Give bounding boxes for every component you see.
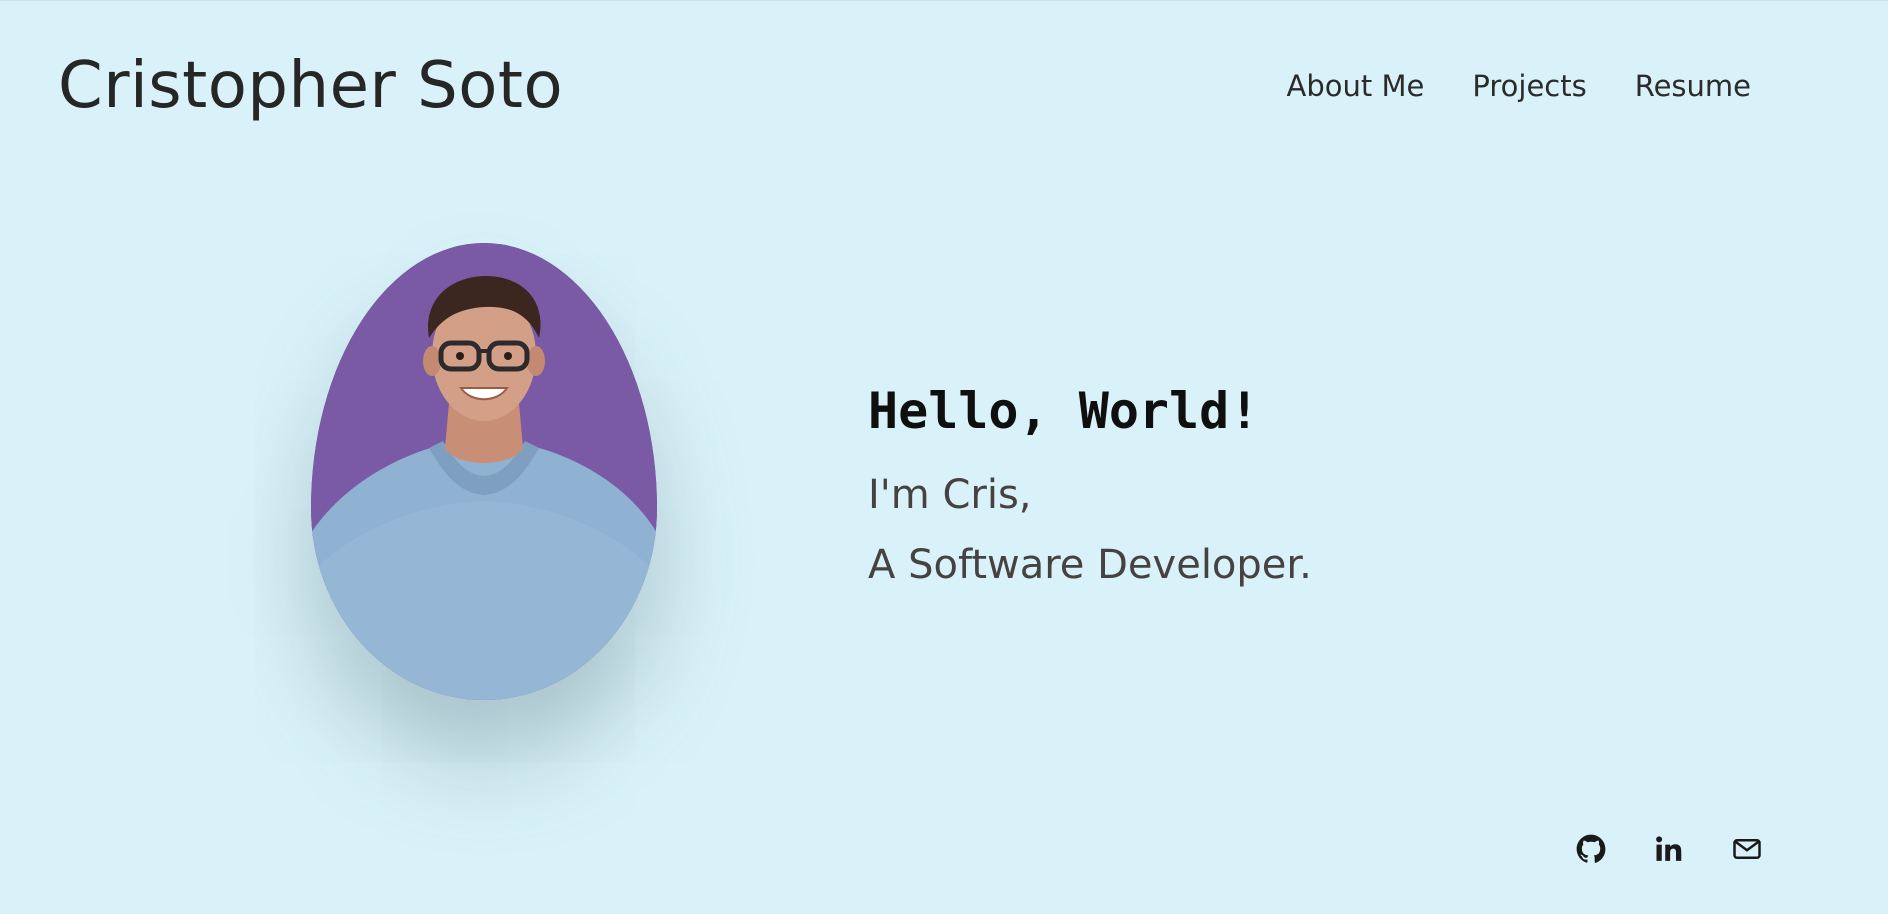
- hero-text: Hello, World! I'm Cris, A Software Devel…: [868, 376, 1312, 600]
- github-link[interactable]: [1574, 832, 1608, 866]
- linkedin-link[interactable]: [1652, 832, 1686, 866]
- top-border: [0, 0, 1888, 1]
- profile-photo: [311, 243, 657, 700]
- hero-intro: I'm Cris,: [868, 472, 1032, 518]
- email-link[interactable]: [1730, 832, 1764, 866]
- nav-link-about-me[interactable]: About Me: [1287, 66, 1425, 106]
- site-title[interactable]: Cristopher Soto: [58, 46, 563, 126]
- email-icon: [1733, 839, 1761, 859]
- main-nav: About Me Projects Resume: [1287, 66, 1751, 106]
- nav-link-projects[interactable]: Projects: [1472, 66, 1586, 106]
- social-links: [1574, 832, 1764, 866]
- profile-photo-illustration: [311, 243, 657, 700]
- hero-heading: Hello, World!: [868, 382, 1260, 440]
- nav-link-resume[interactable]: Resume: [1635, 66, 1751, 106]
- linkedin-icon: [1656, 836, 1682, 861]
- hero-role: A Software Developer.: [868, 542, 1312, 588]
- github-icon: [1576, 834, 1606, 863]
